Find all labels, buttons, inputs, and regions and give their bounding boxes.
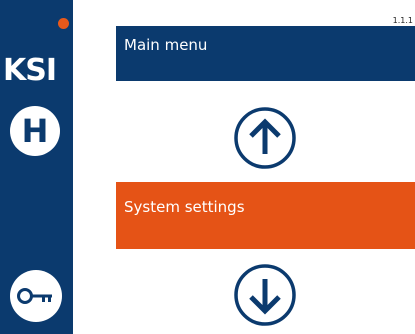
main-menu-title-bar[interactable]: Main menu <box>116 26 415 81</box>
key-icon <box>17 288 52 304</box>
scroll-down-button[interactable] <box>233 263 297 327</box>
sidebar: KSI H <box>0 0 73 334</box>
system-settings-menu-item[interactable]: System settings <box>116 182 415 249</box>
brand-logo: KSI <box>3 53 57 88</box>
status-dot-icon <box>58 18 69 29</box>
scroll-up-button[interactable] <box>233 106 297 170</box>
key-button[interactable] <box>10 270 62 322</box>
arrow-up-icon <box>234 107 296 169</box>
main-menu-title: Main menu <box>124 36 208 54</box>
system-settings-label: System settings <box>124 198 245 216</box>
version-label: 1.1.1 <box>392 16 413 25</box>
device-screen: KSI H 1.1.1 Main menu System settings <box>0 0 415 334</box>
home-button-label: H <box>21 112 49 150</box>
home-button[interactable]: H <box>10 106 60 156</box>
arrow-down-icon <box>234 264 296 326</box>
